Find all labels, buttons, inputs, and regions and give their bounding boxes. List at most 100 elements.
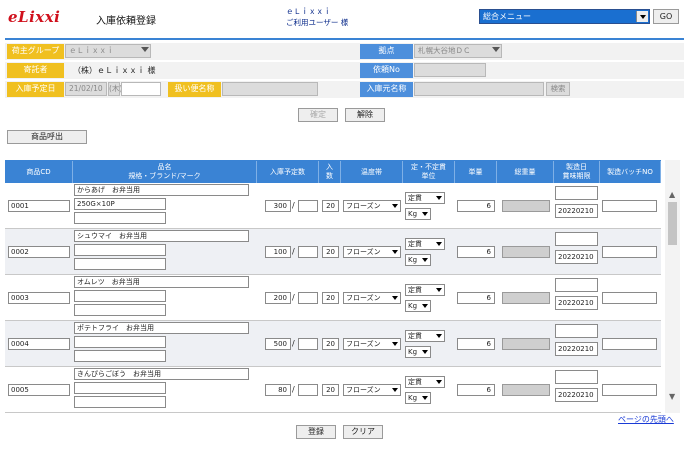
menu-select[interactable]: 総合メニュー (479, 9, 650, 24)
page-top-link[interactable]: ページの先頭へ (618, 414, 674, 425)
qty-sub-input[interactable] (298, 200, 318, 212)
confirm-button[interactable]: 確定 (298, 108, 338, 122)
product-call-button[interactable]: 商品呼出 (7, 130, 87, 144)
product-spec-input[interactable] (74, 336, 166, 348)
qty-input[interactable]: 200 (265, 292, 291, 304)
product-mark-input[interactable] (74, 258, 166, 270)
search-button[interactable]: 検索 (546, 82, 570, 96)
qty-input[interactable]: 80 (265, 384, 291, 396)
case-input[interactable]: 20 (322, 292, 339, 304)
manufacture-date-input[interactable] (555, 370, 598, 384)
product-code-input[interactable]: 0005 (8, 384, 70, 396)
unit-weight-input[interactable]: 6 (457, 246, 495, 258)
unit-select[interactable]: Kg (405, 208, 431, 220)
release-button[interactable]: 解除 (345, 108, 385, 122)
product-code-input[interactable]: 0002 (8, 246, 70, 258)
temp-select[interactable]: フローズン (343, 292, 401, 304)
qty-sub-input[interactable] (298, 292, 318, 304)
th-case: 入 数 (319, 161, 341, 183)
request-no-field[interactable] (414, 63, 486, 77)
manufacture-date-input[interactable] (555, 232, 598, 246)
product-name-input[interactable]: オムレツ お弁当用 (74, 276, 249, 288)
qty-input[interactable]: 500 (265, 338, 291, 350)
product-spec-input[interactable] (74, 290, 166, 302)
register-button[interactable]: 登録 (296, 425, 336, 439)
product-name-input[interactable]: からあげ お弁当用 (74, 184, 249, 196)
manufacture-date-input[interactable] (555, 324, 598, 338)
unit-weight-input[interactable]: 6 (457, 292, 495, 304)
qty-separator: / (292, 293, 295, 302)
case-input[interactable]: 20 (322, 338, 339, 350)
temp-select[interactable]: フローズン (343, 246, 401, 258)
arrival-date-field[interactable]: 21/02/10 (65, 82, 107, 96)
product-mark-input[interactable] (74, 304, 166, 316)
source-label: 入庫元名称 (360, 82, 413, 97)
weight-type-select[interactable]: 定貫 (405, 284, 445, 296)
product-code-input[interactable]: 0001 (8, 200, 70, 212)
unit-select[interactable]: Kg (405, 346, 431, 358)
case-input[interactable]: 20 (322, 200, 339, 212)
weight-type-select[interactable]: 定貫 (405, 330, 445, 342)
product-spec-input[interactable] (74, 382, 166, 394)
arrival-date-extra[interactable] (121, 82, 161, 96)
temp-select[interactable]: フローズン (343, 338, 401, 350)
product-code-input[interactable]: 0003 (8, 292, 70, 304)
total-weight-field (502, 246, 550, 258)
scroll-thumb[interactable] (668, 202, 677, 245)
th-qty: 入庫予定数 (257, 161, 319, 183)
product-name-input[interactable]: きんぴらごぼう お弁当用 (74, 368, 249, 380)
page-title: 入庫依頼登録 (96, 16, 156, 27)
user-label: ご利用ユーザー 様 (286, 18, 349, 27)
unit-select[interactable]: Kg (405, 254, 431, 266)
manufacture-date-input[interactable] (555, 278, 598, 292)
product-spec-input[interactable] (74, 244, 166, 256)
product-spec-input[interactable]: 250G×10P (74, 198, 166, 210)
weight-type-select[interactable]: 定貫 (405, 376, 445, 388)
scroll-up-icon[interactable]: ▲ (669, 190, 675, 199)
expiry-date-input[interactable]: 20220210 (555, 204, 598, 218)
product-code-input[interactable]: 0004 (8, 338, 70, 350)
expiry-date-input[interactable]: 20220210 (555, 388, 598, 402)
qty-sub-input[interactable] (298, 338, 318, 350)
table-row: 0004 ポテトフライ お弁当用 500/ 20 フローズン 定貫 Kg 6 20220210 (5, 321, 661, 367)
qty-input[interactable]: 100 (265, 246, 291, 258)
unit-select[interactable]: Kg (405, 300, 431, 312)
batch-no-input[interactable] (602, 200, 657, 212)
source-field[interactable] (414, 82, 544, 96)
product-mark-input[interactable] (74, 350, 166, 362)
case-input[interactable]: 20 (322, 384, 339, 396)
scroll-down-icon[interactable]: ▼ (669, 392, 675, 401)
qty-input[interactable]: 300 (265, 200, 291, 212)
go-button[interactable]: GO (653, 9, 679, 24)
weight-type-select[interactable]: 定貫 (405, 238, 445, 250)
weight-type-select[interactable]: 定貫 (405, 192, 445, 204)
shipper-group-select[interactable]: ｅＬｉｘｘｉ (65, 44, 151, 58)
consignor-field[interactable] (222, 82, 318, 96)
unit-weight-input[interactable]: 6 (457, 200, 495, 212)
case-input[interactable]: 20 (322, 246, 339, 258)
manufacture-date-input[interactable] (555, 186, 598, 200)
unit-weight-input[interactable]: 6 (457, 338, 495, 350)
expiry-date-input[interactable]: 20220210 (555, 342, 598, 356)
menu-select-value: 総合メニュー (483, 12, 531, 21)
product-name-input[interactable]: ポテトフライ お弁当用 (74, 322, 249, 334)
base-select[interactable]: 札幌大谷地ＤＣ (414, 44, 502, 58)
total-weight-field (502, 200, 550, 212)
unit-select[interactable]: Kg (405, 392, 431, 404)
qty-sub-input[interactable] (298, 246, 318, 258)
batch-no-input[interactable] (602, 338, 657, 350)
product-name-input[interactable]: シュウマイ お弁当用 (74, 230, 249, 242)
expiry-date-input[interactable]: 20220210 (555, 250, 598, 264)
clear-button[interactable]: クリア (343, 425, 383, 439)
product-mark-input[interactable] (74, 212, 166, 224)
batch-no-input[interactable] (602, 384, 657, 396)
batch-no-input[interactable] (602, 292, 657, 304)
product-mark-input[interactable] (74, 396, 166, 408)
table-scrollbar[interactable]: ▲ ▼ (665, 160, 680, 413)
unit-weight-input[interactable]: 6 (457, 384, 495, 396)
batch-no-input[interactable] (602, 246, 657, 258)
temp-select[interactable]: フローズン (343, 384, 401, 396)
temp-select[interactable]: フローズン (343, 200, 401, 212)
expiry-date-input[interactable]: 20220210 (555, 296, 598, 310)
qty-sub-input[interactable] (298, 384, 318, 396)
